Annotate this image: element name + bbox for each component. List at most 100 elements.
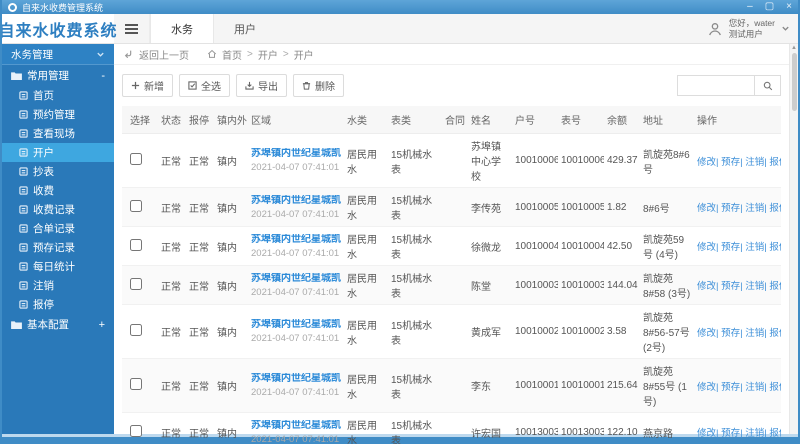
area-link[interactable]: 苏埠镇内世纪星城凯旋苑1	[251, 273, 341, 285]
row-balance: 429.37	[604, 134, 640, 188]
tab-water[interactable]: 水务	[150, 14, 214, 43]
action-link-0[interactable]: 修改	[697, 281, 716, 292]
sidebar-item-label: 每日统计	[33, 259, 75, 274]
action-link-1[interactable]: 预存	[721, 382, 740, 393]
row-checkbox[interactable]	[130, 200, 142, 212]
group-toggle-icon[interactable]: +	[99, 319, 105, 331]
select-all-button[interactable]: 全选	[179, 74, 230, 97]
sidebar-item-注销[interactable]: 注销	[2, 276, 114, 295]
close-button[interactable]: ×	[786, 2, 792, 12]
group-toggle-icon[interactable]: -	[101, 70, 105, 82]
action-link-3[interactable]: 报停	[769, 382, 781, 393]
sidebar-title[interactable]: 水务管理	[2, 44, 114, 65]
action-link-1[interactable]: 预存	[721, 157, 740, 168]
toolbar: 新增 全选 导出	[122, 74, 781, 97]
action-link-0[interactable]: 修改	[697, 428, 716, 439]
action-link-2[interactable]: 注销	[745, 328, 764, 339]
action-link-2[interactable]: 注销	[745, 203, 764, 214]
sidebar-item-开户[interactable]: 开户	[2, 143, 114, 162]
action-link-1[interactable]: 预存	[721, 242, 740, 253]
sidebar-item-每日统计[interactable]: 每日统计	[2, 257, 114, 276]
row-checkbox[interactable]	[130, 378, 142, 390]
sidebar-group-header[interactable]: 基本配置 +	[2, 314, 114, 335]
row-checkbox[interactable]	[130, 425, 142, 437]
action-link-2[interactable]: 注销	[745, 382, 764, 393]
search-button[interactable]	[755, 75, 781, 96]
maximize-button[interactable]: ▢	[765, 2, 774, 12]
sidebar-item-抄表[interactable]: 抄表	[2, 162, 114, 181]
action-link-1[interactable]: 预存	[721, 428, 740, 439]
row-account-number: 10013003	[512, 413, 558, 444]
top-tabs: 水务 用户	[150, 14, 276, 43]
area-link[interactable]: 苏埠镇内世纪星城凯旋苑1	[251, 373, 341, 385]
row-actions-cell: 修改| 预存| 注销| 报停	[694, 188, 781, 227]
row-stop-status: 正常	[186, 359, 214, 413]
area-link[interactable]: 苏埠镇内世纪星城凯旋苑1	[251, 319, 341, 331]
action-link-2[interactable]: 注销	[745, 281, 764, 292]
row-timestamp: 2021-04-07 07:41:01	[251, 333, 341, 344]
sidebar-item-查看现场[interactable]: 查看现场	[2, 124, 114, 143]
action-link-0[interactable]: 修改	[697, 328, 716, 339]
breadcrumb: 返回上一页 首页 > 开户 > 开户	[114, 44, 789, 65]
sidebar-item-报停[interactable]: 报停	[2, 295, 114, 314]
sidebar-group-header[interactable]: 常用管理 -	[2, 65, 114, 86]
area-link[interactable]: 苏埠镇内世纪星城凯旋苑1	[251, 148, 341, 160]
sidebar-item-首页[interactable]: 首页	[2, 86, 114, 105]
row-stop-status: 正常	[186, 413, 214, 444]
delete-button[interactable]: 删除	[293, 74, 344, 97]
action-link-2[interactable]: 注销	[745, 242, 764, 253]
column-header-11: 余额	[604, 106, 640, 134]
row-zone: 镇内	[214, 134, 248, 188]
os-titlebar: 自来水收费管理系统 – ▢ ×	[2, 0, 798, 14]
row-checkbox[interactable]	[130, 324, 142, 336]
menu-toggle-button[interactable]	[114, 14, 150, 43]
action-link-0[interactable]: 修改	[697, 203, 716, 214]
column-header-3: 镇内外	[214, 106, 248, 134]
sidebar-item-预约管理[interactable]: 预约管理	[2, 105, 114, 124]
area-link[interactable]: 苏埠镇内世纪星城凯旋苑1	[251, 195, 341, 207]
sidebar-item-预存记录[interactable]: 预存记录	[2, 238, 114, 257]
row-checkbox[interactable]	[130, 239, 142, 251]
user-menu[interactable]: 您好，water 测试用户	[699, 14, 798, 43]
user-role: 测试用户	[729, 29, 763, 39]
crumb-level1[interactable]: 开户	[258, 47, 278, 62]
row-timestamp: 2021-04-07 07:41:01	[251, 248, 341, 259]
export-button[interactable]: 导出	[236, 74, 287, 97]
column-header-6: 表类	[388, 106, 442, 134]
row-balance: 1.82	[604, 188, 640, 227]
crumb-home[interactable]: 首页	[222, 47, 242, 62]
action-link-3[interactable]: 报停	[769, 203, 781, 214]
action-link-3[interactable]: 报停	[769, 428, 781, 439]
minimize-button[interactable]: –	[747, 2, 753, 12]
table-row: 正常 正常 镇内 苏埠镇内世纪星城凯旋苑1 2021-04-07 07:41:0…	[122, 134, 781, 188]
sidebar-item-收费[interactable]: 收费	[2, 181, 114, 200]
back-link[interactable]: 返回上一页	[139, 47, 189, 62]
vertical-scrollbar[interactable]: ▲	[789, 44, 798, 434]
sidebar-item-合单记录[interactable]: 合单记录	[2, 219, 114, 238]
action-link-3[interactable]: 报停	[769, 157, 781, 168]
search-input[interactable]	[677, 75, 755, 96]
action-link-3[interactable]: 报停	[769, 328, 781, 339]
row-checkbox[interactable]	[130, 278, 142, 290]
column-header-0: 选择	[122, 106, 158, 134]
tab-user[interactable]: 用户	[214, 14, 276, 43]
area-link[interactable]: 苏埠镇内世纪星城凯旋苑1	[251, 234, 341, 246]
action-link-0[interactable]: 修改	[697, 382, 716, 393]
row-stop-status: 正常	[186, 134, 214, 188]
scroll-up-icon[interactable]: ▲	[791, 44, 797, 52]
scrollbar-thumb[interactable]	[792, 53, 797, 111]
action-link-1[interactable]: 预存	[721, 281, 740, 292]
add-button[interactable]: 新增	[122, 74, 173, 97]
accounts-table: 选择状态报停镇内外区域水类表类合同姓名户号表号余额地址操作 正常 正常 镇内 苏…	[122, 106, 781, 444]
action-link-1[interactable]: 预存	[721, 203, 740, 214]
action-link-2[interactable]: 注销	[745, 428, 764, 439]
action-link-2[interactable]: 注销	[745, 157, 764, 168]
action-link-3[interactable]: 报停	[769, 281, 781, 292]
action-link-0[interactable]: 修改	[697, 242, 716, 253]
action-link-1[interactable]: 预存	[721, 328, 740, 339]
row-checkbox[interactable]	[130, 153, 142, 165]
area-link[interactable]: 苏埠镇内世纪星城凯旋苑1	[251, 420, 341, 432]
sidebar-item-收费记录[interactable]: 收费记录	[2, 200, 114, 219]
action-link-0[interactable]: 修改	[697, 157, 716, 168]
action-link-3[interactable]: 报停	[769, 242, 781, 253]
